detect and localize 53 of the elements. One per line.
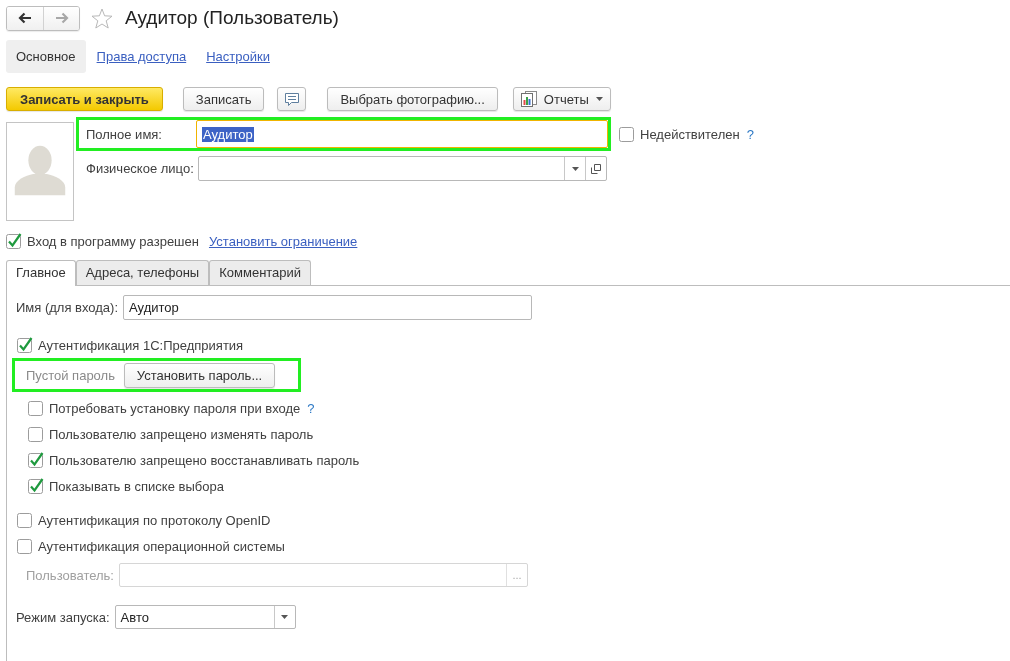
help-link[interactable]: ?	[746, 126, 754, 142]
field-label: Полное имя:	[86, 126, 163, 142]
back-button[interactable]	[7, 6, 43, 30]
tab[interactable]: Комментарий	[209, 260, 312, 285]
toolbar-button[interactable]: Выбрать фотографию...	[327, 87, 498, 111]
set-password-button[interactable]: Установить пароль...	[124, 362, 275, 388]
field-label: Режим запуска:	[16, 609, 110, 625]
tab[interactable]: Главное	[6, 260, 76, 286]
checkbox[interactable]	[28, 400, 44, 416]
reports-menu-button[interactable]: Отчеты	[512, 87, 611, 111]
arrow-left-icon	[18, 12, 32, 24]
link[interactable]: Установить ограничение	[208, 233, 358, 249]
section-tab[interactable]: Права доступа	[96, 40, 187, 73]
arrow-right-icon	[54, 12, 69, 24]
chart-document-icon	[520, 91, 538, 107]
field-label: Пользователь:	[26, 567, 114, 583]
launch-mode-combobox[interactable]: Авто	[114, 605, 296, 629]
checkbox[interactable]	[28, 478, 44, 494]
checkbox[interactable]	[619, 126, 635, 142]
checkbox[interactable]	[17, 337, 33, 353]
section-tab[interactable]: Настройки	[206, 40, 270, 73]
toolbar-button[interactable]: Записать	[182, 87, 265, 111]
comment-button[interactable]	[277, 87, 307, 111]
checkbox-label: Пользователю запрещено изменять пароль	[49, 426, 314, 442]
caret-icon	[595, 97, 603, 101]
checkbox-label: Вход в программу разрешен	[27, 233, 199, 249]
field-label: Физическое лицо:	[85, 161, 195, 176]
section-tab[interactable]: Основное	[6, 40, 86, 73]
checkbox-label: Показывать в списке выбора	[49, 478, 224, 494]
checkbox-label: Потребовать установку пароля при входе	[49, 400, 301, 416]
overlapping-squares-icon	[591, 163, 601, 174]
checkbox[interactable]	[17, 538, 33, 554]
checkbox[interactable]	[6, 233, 22, 249]
login-name-field[interactable]: Аудитор	[123, 295, 533, 320]
checkbox-label: Аутентификация 1С:Предприятия	[38, 337, 244, 353]
checkbox-label: Недействителен	[640, 126, 740, 142]
checkbox[interactable]	[28, 426, 44, 442]
save-and-close-button[interactable]: Записать и закрыть	[6, 87, 163, 111]
checkbox[interactable]	[28, 452, 44, 468]
help-link[interactable]: ?	[307, 400, 315, 416]
full-name-field[interactable]: Аудитор	[196, 120, 608, 148]
caret-icon	[281, 615, 289, 619]
window-title: Аудитор (Пользователь)	[125, 7, 339, 29]
checkbox-label: Аутентификация по протоколу OpenID	[38, 512, 271, 528]
password-status: Пустой пароль	[26, 367, 116, 383]
speech-bubble-icon	[283, 91, 300, 107]
caret-icon	[571, 166, 579, 171]
checkbox[interactable]	[17, 512, 33, 528]
star-icon[interactable]	[91, 7, 113, 29]
checkbox-label: Аутентификация операционной системы	[38, 538, 285, 554]
field-label: Имя (для входа):	[16, 300, 119, 315]
checkbox-label: Пользователю запрещено восстанавливать пароль	[49, 452, 360, 468]
tab[interactable]: Адреса, телефоны	[75, 260, 210, 285]
